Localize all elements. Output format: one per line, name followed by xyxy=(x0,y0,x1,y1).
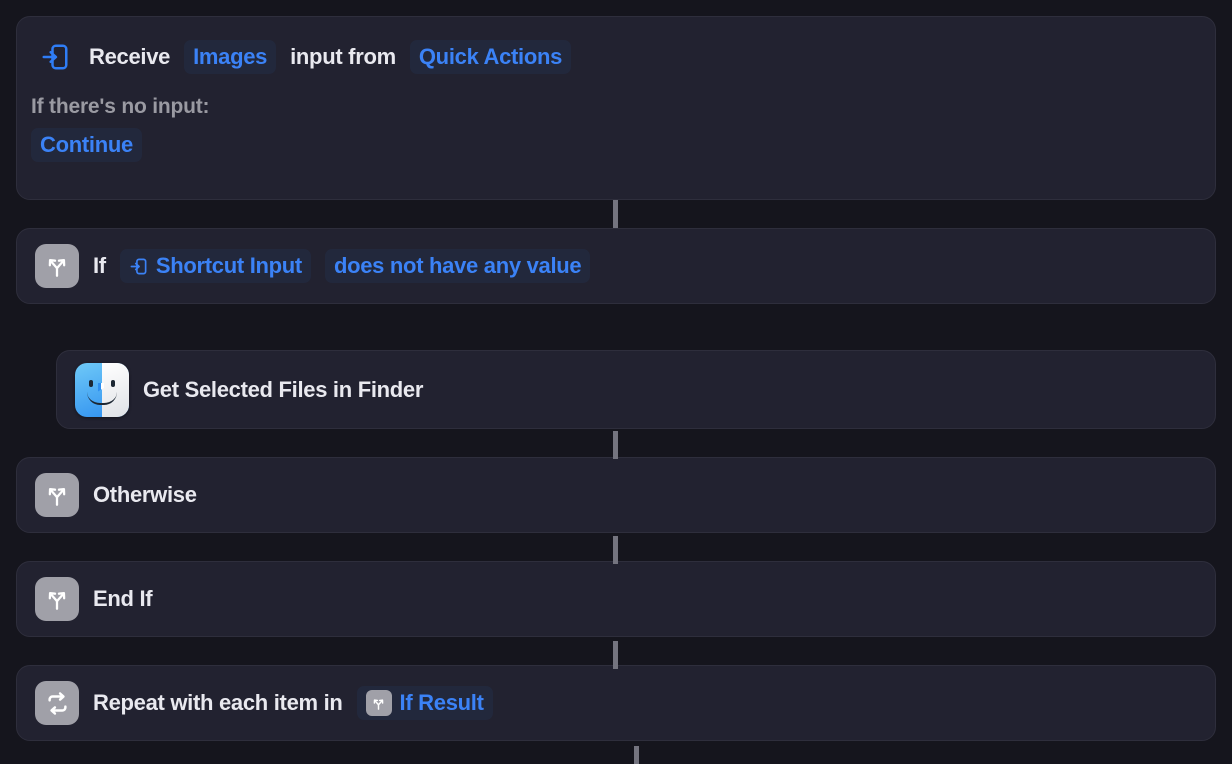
repeat-label: Repeat with each item in xyxy=(93,690,343,715)
finder-icon xyxy=(75,362,129,417)
otherwise-row: Otherwise xyxy=(35,473,197,517)
input-type-token[interactable]: Images xyxy=(184,40,277,74)
if-branch-icon xyxy=(35,473,79,517)
repeat-variable-token[interactable]: If Result xyxy=(356,686,493,720)
shortcuts-editor-canvas: Receive Images input from Quick Actions … xyxy=(0,0,1232,764)
connector-endif-to-repeat xyxy=(613,641,618,669)
no-input-label: If there's no input: xyxy=(31,95,210,118)
action-card-if[interactable]: If Shortcut Input does not have any valu… xyxy=(16,228,1216,304)
action-card-repeat[interactable]: Repeat with each item in If Result xyxy=(16,665,1216,741)
connector-repeat-to-next xyxy=(634,746,639,764)
no-input-action-row: Continue xyxy=(17,119,142,162)
if-condition-token[interactable]: does not have any value xyxy=(324,249,591,283)
action-card-otherwise[interactable]: Otherwise xyxy=(16,457,1216,533)
if-variable-token[interactable]: Shortcut Input xyxy=(119,249,311,283)
if-row: If Shortcut Input does not have any valu… xyxy=(35,244,591,288)
if-keyword-label: If xyxy=(93,253,106,278)
if-branch-icon xyxy=(35,244,79,288)
finder-row: Get Selected Files in Finder xyxy=(75,362,424,417)
receive-prefix-label: Receive xyxy=(89,44,171,69)
input-source-token[interactable]: Quick Actions xyxy=(409,40,572,74)
connector-finder-to-otherwise xyxy=(613,431,618,459)
repeat-variable-label: If Result xyxy=(399,690,484,715)
repeat-icon xyxy=(35,681,79,725)
no-input-action-token[interactable]: Continue xyxy=(31,128,142,162)
receive-middle-label: input from xyxy=(290,44,396,69)
shortcut-input-icon xyxy=(129,257,148,276)
otherwise-label: Otherwise xyxy=(93,482,197,507)
connector-receive-to-if xyxy=(613,200,618,228)
if-variable-label: Shortcut Input xyxy=(155,253,302,278)
action-card-get-selected-files[interactable]: Get Selected Files in Finder xyxy=(56,350,1216,429)
end-if-row: End If xyxy=(35,577,153,621)
repeat-row: Repeat with each item in If Result xyxy=(35,681,493,725)
end-if-label: End If xyxy=(93,586,153,611)
if-branch-icon xyxy=(35,577,79,621)
finder-action-label: Get Selected Files in Finder xyxy=(143,376,424,402)
if-branch-icon xyxy=(365,690,392,716)
receive-header-row: Receive Images input from Quick Actions xyxy=(17,17,589,77)
shortcut-input-icon xyxy=(35,37,75,77)
connector-otherwise-to-endif xyxy=(613,536,618,564)
action-card-end-if[interactable]: End If xyxy=(16,561,1216,637)
action-card-receive-input[interactable]: Receive Images input from Quick Actions … xyxy=(16,16,1216,200)
